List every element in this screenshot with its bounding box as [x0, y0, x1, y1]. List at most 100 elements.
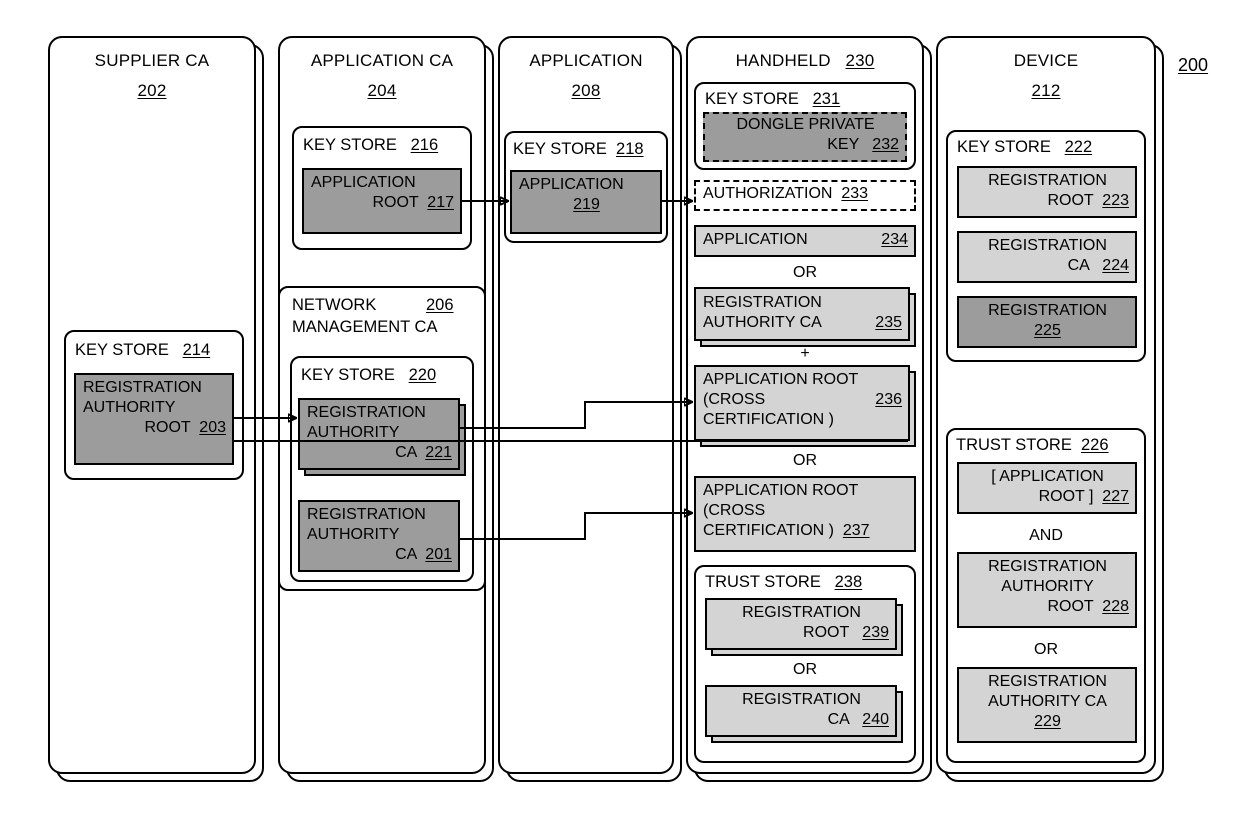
trust-store-226-header: TRUST STORE 226	[956, 436, 1109, 455]
cert-237-line-2: (CROSS	[703, 502, 766, 519]
key-store-214-header: KEY STORE 214	[75, 341, 210, 360]
registration-225: REGISTRATION 225	[957, 296, 1137, 348]
cert-201-line-1: REGISTRATION	[307, 506, 426, 523]
conjunction-and-trust-store-226: AND	[1029, 527, 1063, 544]
cert-224-ref: 224	[1102, 257, 1129, 274]
handheld-ref: 230	[845, 51, 875, 70]
cert-235-ref: 235	[875, 314, 902, 331]
application-root-cross-certification-237: APPLICATION ROOT (CROSS CERTIFICATION ) …	[694, 476, 916, 552]
cert-219-line-1: APPLICATION	[519, 176, 624, 193]
cert-234-ref: 234	[881, 231, 908, 248]
registration-authority-ca-235: REGISTRATION AUTHORITY CA 235	[694, 287, 910, 341]
conjunction-or-handheld-1: OR	[793, 264, 817, 281]
cert-240-ref: 240	[862, 711, 889, 728]
supplier-ca-title: SUPPLIER CA	[94, 51, 210, 70]
cert-203-line-3-text: ROOT	[144, 419, 191, 436]
cert-228-line-2: AUTHORITY	[1001, 578, 1094, 595]
cert-235-line-2: AUTHORITY CA 235	[703, 313, 902, 333]
cert-221-line-2: AUTHORITY	[307, 424, 400, 441]
application-root-217: APPLICATION ROOT 217	[302, 168, 462, 234]
application-219: APPLICATION 219	[510, 170, 662, 234]
cert-227-line-1: [ APPLICATION	[991, 468, 1104, 485]
key-store-222-label: KEY STORE	[957, 138, 1051, 156]
registration-root-239: REGISTRATION ROOT 239	[705, 598, 897, 650]
cert-228-line-3: ROOT 228	[966, 597, 1129, 617]
key-store-220-header: KEY STORE 220	[301, 366, 436, 385]
cert-233-line-1: AUTHORIZATION 233	[703, 184, 908, 204]
cert-228-ref: 228	[1102, 598, 1129, 615]
cert-234-line-1-text: APPLICATION	[703, 231, 808, 248]
cert-237-line-3-text: CERTIFICATION )	[703, 522, 834, 539]
cert-228-line-3-text: ROOT	[1047, 598, 1094, 615]
key-store-220-ref: 220	[408, 366, 437, 384]
key-store-231-ref: 231	[812, 90, 841, 108]
cert-201-line-3: CA 201	[307, 545, 452, 565]
key-store-222-ref: 222	[1064, 138, 1093, 156]
cert-235-line-2-text: AUTHORITY CA	[703, 314, 822, 331]
registration-ca-240: REGISTRATION CA 240	[705, 685, 897, 737]
key-store-220-label: KEY STORE	[301, 366, 395, 384]
key-store-216-header: KEY STORE 216	[303, 136, 438, 155]
cert-217-line-2-text: ROOT	[372, 194, 419, 211]
cert-223-line-2-text: ROOT	[1047, 192, 1094, 209]
cert-203-line-3: ROOT 203	[83, 418, 226, 438]
application-234: APPLICATION 234	[694, 225, 916, 257]
cert-236-line-3: CERTIFICATION )	[703, 411, 834, 428]
cert-240-line-1: REGISTRATION	[742, 691, 861, 708]
key-store-231-header: KEY STORE 231	[705, 90, 840, 109]
registration-authority-ca-221: REGISTRATION AUTHORITY CA 221	[298, 398, 460, 470]
dongle-private-key-232: DONGLE PRIVATE KEY 232	[703, 112, 907, 162]
cert-229-line-2: AUTHORITY CA	[988, 693, 1107, 710]
cert-224-line-2-text: CA	[1067, 257, 1089, 274]
handheld-title: HANDHELD	[735, 51, 831, 70]
cert-201-line-2: AUTHORITY	[307, 526, 400, 543]
cert-219-ref: 219	[573, 196, 600, 213]
cert-225-ref: 225	[1034, 322, 1061, 339]
cert-221-line-3-text: CA	[395, 444, 417, 461]
conjunction-or-trust-store-238: OR	[793, 661, 817, 678]
application-root-cross-certification-236: APPLICATION ROOT (CROSS 236 CERTIFICATIO…	[694, 365, 910, 441]
registration-authority-root-228: REGISTRATION AUTHORITY ROOT 228	[957, 552, 1137, 628]
device-ref: 212	[1031, 81, 1061, 100]
cert-217-line-2: ROOT 217	[311, 193, 454, 213]
cert-224-line-2: CA 224	[966, 256, 1129, 276]
cert-236-line-2-text: (CROSS	[703, 391, 766, 408]
application-ref: 208	[571, 81, 601, 100]
cert-217-line-1: APPLICATION	[311, 174, 416, 191]
cert-203-ref: 203	[199, 419, 226, 436]
figure-reference-200: 200	[1178, 55, 1209, 75]
cert-227-ref: 227	[1102, 488, 1129, 505]
cert-223-line-2: ROOT 223	[966, 191, 1129, 211]
handheld-header: HANDHELD 230	[688, 50, 922, 71]
cert-240-line-2-text: CA	[827, 711, 849, 728]
cert-203-line-2: AUTHORITY	[83, 399, 176, 416]
cert-225-line-1: REGISTRATION	[988, 302, 1107, 319]
key-store-216-label: KEY STORE	[303, 136, 397, 154]
supplier-ca-ref: 202	[137, 81, 167, 100]
cert-237-line-3: CERTIFICATION ) 237	[703, 521, 908, 541]
cert-223-ref: 223	[1102, 192, 1129, 209]
cert-228-line-1: REGISTRATION	[988, 558, 1107, 575]
key-store-222-header: KEY STORE 222	[957, 138, 1092, 157]
key-store-214-label: KEY STORE	[75, 341, 169, 359]
cert-239-line-2: ROOT 239	[714, 623, 889, 643]
cert-237-ref: 237	[842, 522, 870, 539]
cert-232-ref: 232	[872, 136, 899, 153]
cert-203-line-1: REGISTRATION	[83, 379, 202, 396]
cert-239-ref: 239	[862, 624, 889, 641]
application-title: APPLICATION	[529, 51, 643, 70]
cert-221-line-3: CA 221	[307, 443, 452, 463]
cert-236-line-2: (CROSS 236	[703, 390, 902, 410]
registration-root-223: REGISTRATION ROOT 223	[957, 166, 1137, 218]
conjunction-plus-handheld: +	[800, 345, 810, 362]
application-ca-title: APPLICATION CA	[310, 51, 454, 70]
cert-223-line-1: REGISTRATION	[988, 172, 1107, 189]
patent-figure-200: 200 SUPPLIER CA 202 KEY STORE 214 REGIST…	[0, 0, 1240, 822]
key-store-218-label: KEY STORE	[513, 140, 607, 158]
application-root-227: [ APPLICATION ROOT ] 227	[957, 462, 1137, 514]
nmca-ref: 206	[426, 296, 454, 314]
cert-232-line-1: DONGLE PRIVATE	[736, 116, 875, 133]
authorization-233: AUTHORIZATION 233	[694, 180, 916, 211]
nmca-header-line-2: MANAGEMENT CA	[292, 318, 438, 336]
registration-authority-ca-201: REGISTRATION AUTHORITY CA 201	[298, 500, 460, 572]
